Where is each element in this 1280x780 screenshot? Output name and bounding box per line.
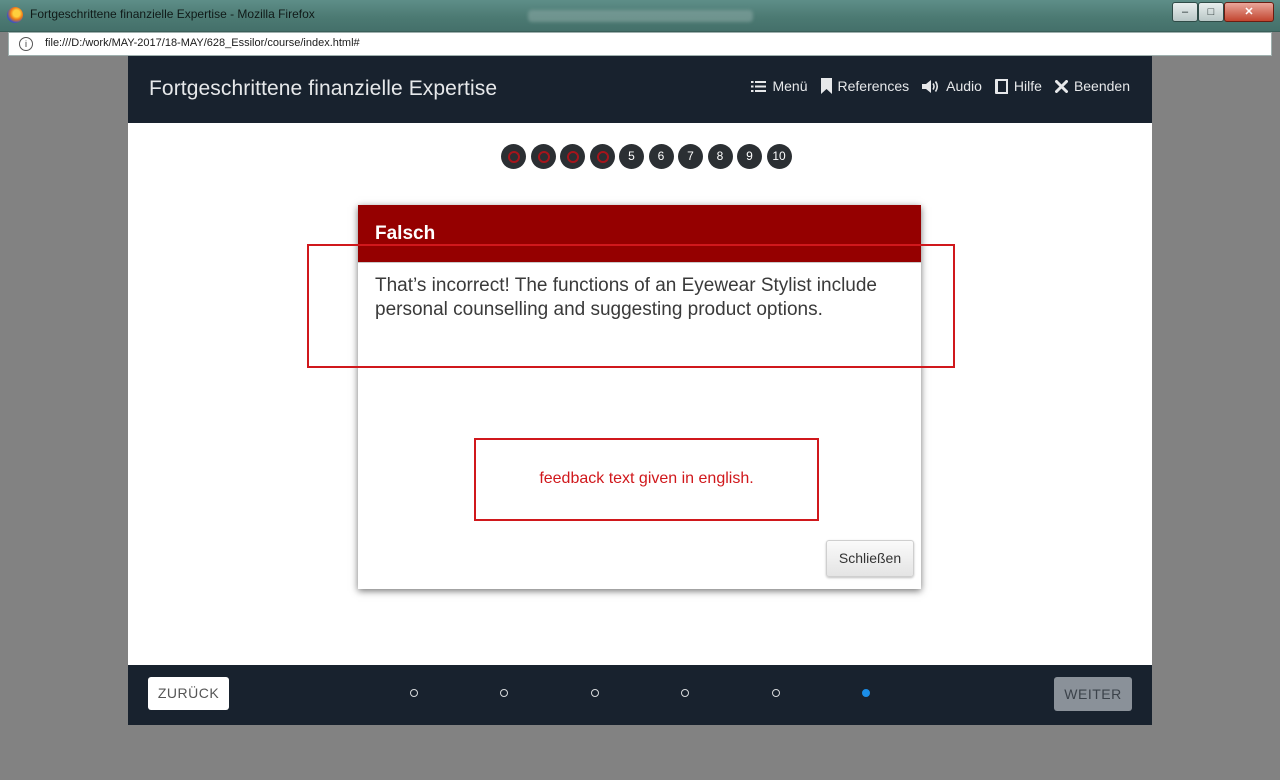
page-dot[interactable] [500, 689, 509, 697]
page-dot[interactable] [590, 689, 599, 697]
question-bubble[interactable]: 1 [501, 144, 526, 169]
window-title-bar: Fortgeschrittene finanzielle Expertise -… [0, 0, 1280, 32]
nav-label-menu: Menü [772, 78, 808, 94]
annotation-note-box: feedback text given in english. [474, 438, 819, 521]
maximize-button[interactable]: □ [1198, 2, 1224, 22]
next-button[interactable]: WEITER [1054, 677, 1132, 711]
question-bubble[interactable]: 9 [737, 144, 762, 169]
close-window-button[interactable]: ✕ [1224, 2, 1274, 22]
address-bar[interactable]: i file:///D:/work/MAY-2017/18-MAY/628_Es… [8, 32, 1272, 56]
page-dot[interactable] [862, 689, 870, 697]
question-bubble[interactable]: 8 [707, 144, 733, 169]
course-title: Fortgeschrittene finanzielle Expertise [149, 77, 498, 100]
back-button[interactable]: ZURÜCK [148, 677, 229, 710]
bookmark-icon [820, 78, 832, 94]
close-feedback-button[interactable]: Schließen [826, 540, 914, 577]
firefox-icon [7, 7, 23, 23]
page-dot[interactable] [410, 689, 418, 697]
nav-label-references: References [837, 78, 910, 94]
nav-item-references[interactable]: References [820, 78, 910, 94]
course-header: Fortgeschrittene finanzielle Expertise M… [128, 56, 1152, 123]
nav-item-menu[interactable]: Menü [751, 78, 808, 94]
nav-item-audio[interactable]: Audio [922, 78, 982, 94]
close-icon [1054, 79, 1068, 93]
menu-icon [751, 80, 767, 92]
question-bubble[interactable]: 2 [530, 144, 556, 169]
info-icon[interactable]: i [19, 37, 33, 51]
blurred-title-text [528, 10, 753, 22]
nav-label-help: Hilfe [1013, 78, 1042, 94]
nav-item-help[interactable]: Hilfe [994, 78, 1042, 94]
question-bubble[interactable]: 6 [648, 144, 674, 169]
question-bubble[interactable]: 4 [589, 144, 615, 169]
url-text[interactable]: file:///D:/work/MAY-2017/18-MAY/628_Essi… [45, 37, 360, 49]
page-dot[interactable] [771, 689, 780, 697]
question-bubble[interactable]: 10 [766, 144, 792, 169]
header-nav: Menü References Audio Hilfe Beenden [738, 78, 1130, 94]
question-progress: 1 2 3 4 5 6 7 8 9 10 [501, 144, 796, 169]
page-dots [410, 689, 870, 701]
nav-item-exit[interactable]: Beenden [1054, 78, 1130, 94]
question-bubble[interactable]: 5 [619, 144, 644, 169]
question-bubble[interactable]: 3 [560, 144, 585, 169]
book-icon [994, 78, 1008, 94]
feedback-title: Falsch [375, 223, 436, 244]
minimize-button[interactable]: – [1172, 2, 1198, 22]
annotation-note: feedback text given in english. [539, 470, 754, 487]
page-dot[interactable] [681, 689, 690, 697]
window-title: Fortgeschrittene finanzielle Expertise -… [30, 7, 315, 21]
course-footer: ZURÜCK WEITER [128, 665, 1152, 725]
course-page: Fortgeschrittene finanzielle Expertise M… [128, 56, 1152, 725]
question-bubble[interactable]: 7 [678, 144, 703, 169]
nav-label-exit: Beenden [1073, 78, 1130, 94]
annotation-box [307, 244, 955, 368]
speaker-icon [922, 79, 939, 93]
nav-label-audio: Audio [946, 78, 982, 94]
